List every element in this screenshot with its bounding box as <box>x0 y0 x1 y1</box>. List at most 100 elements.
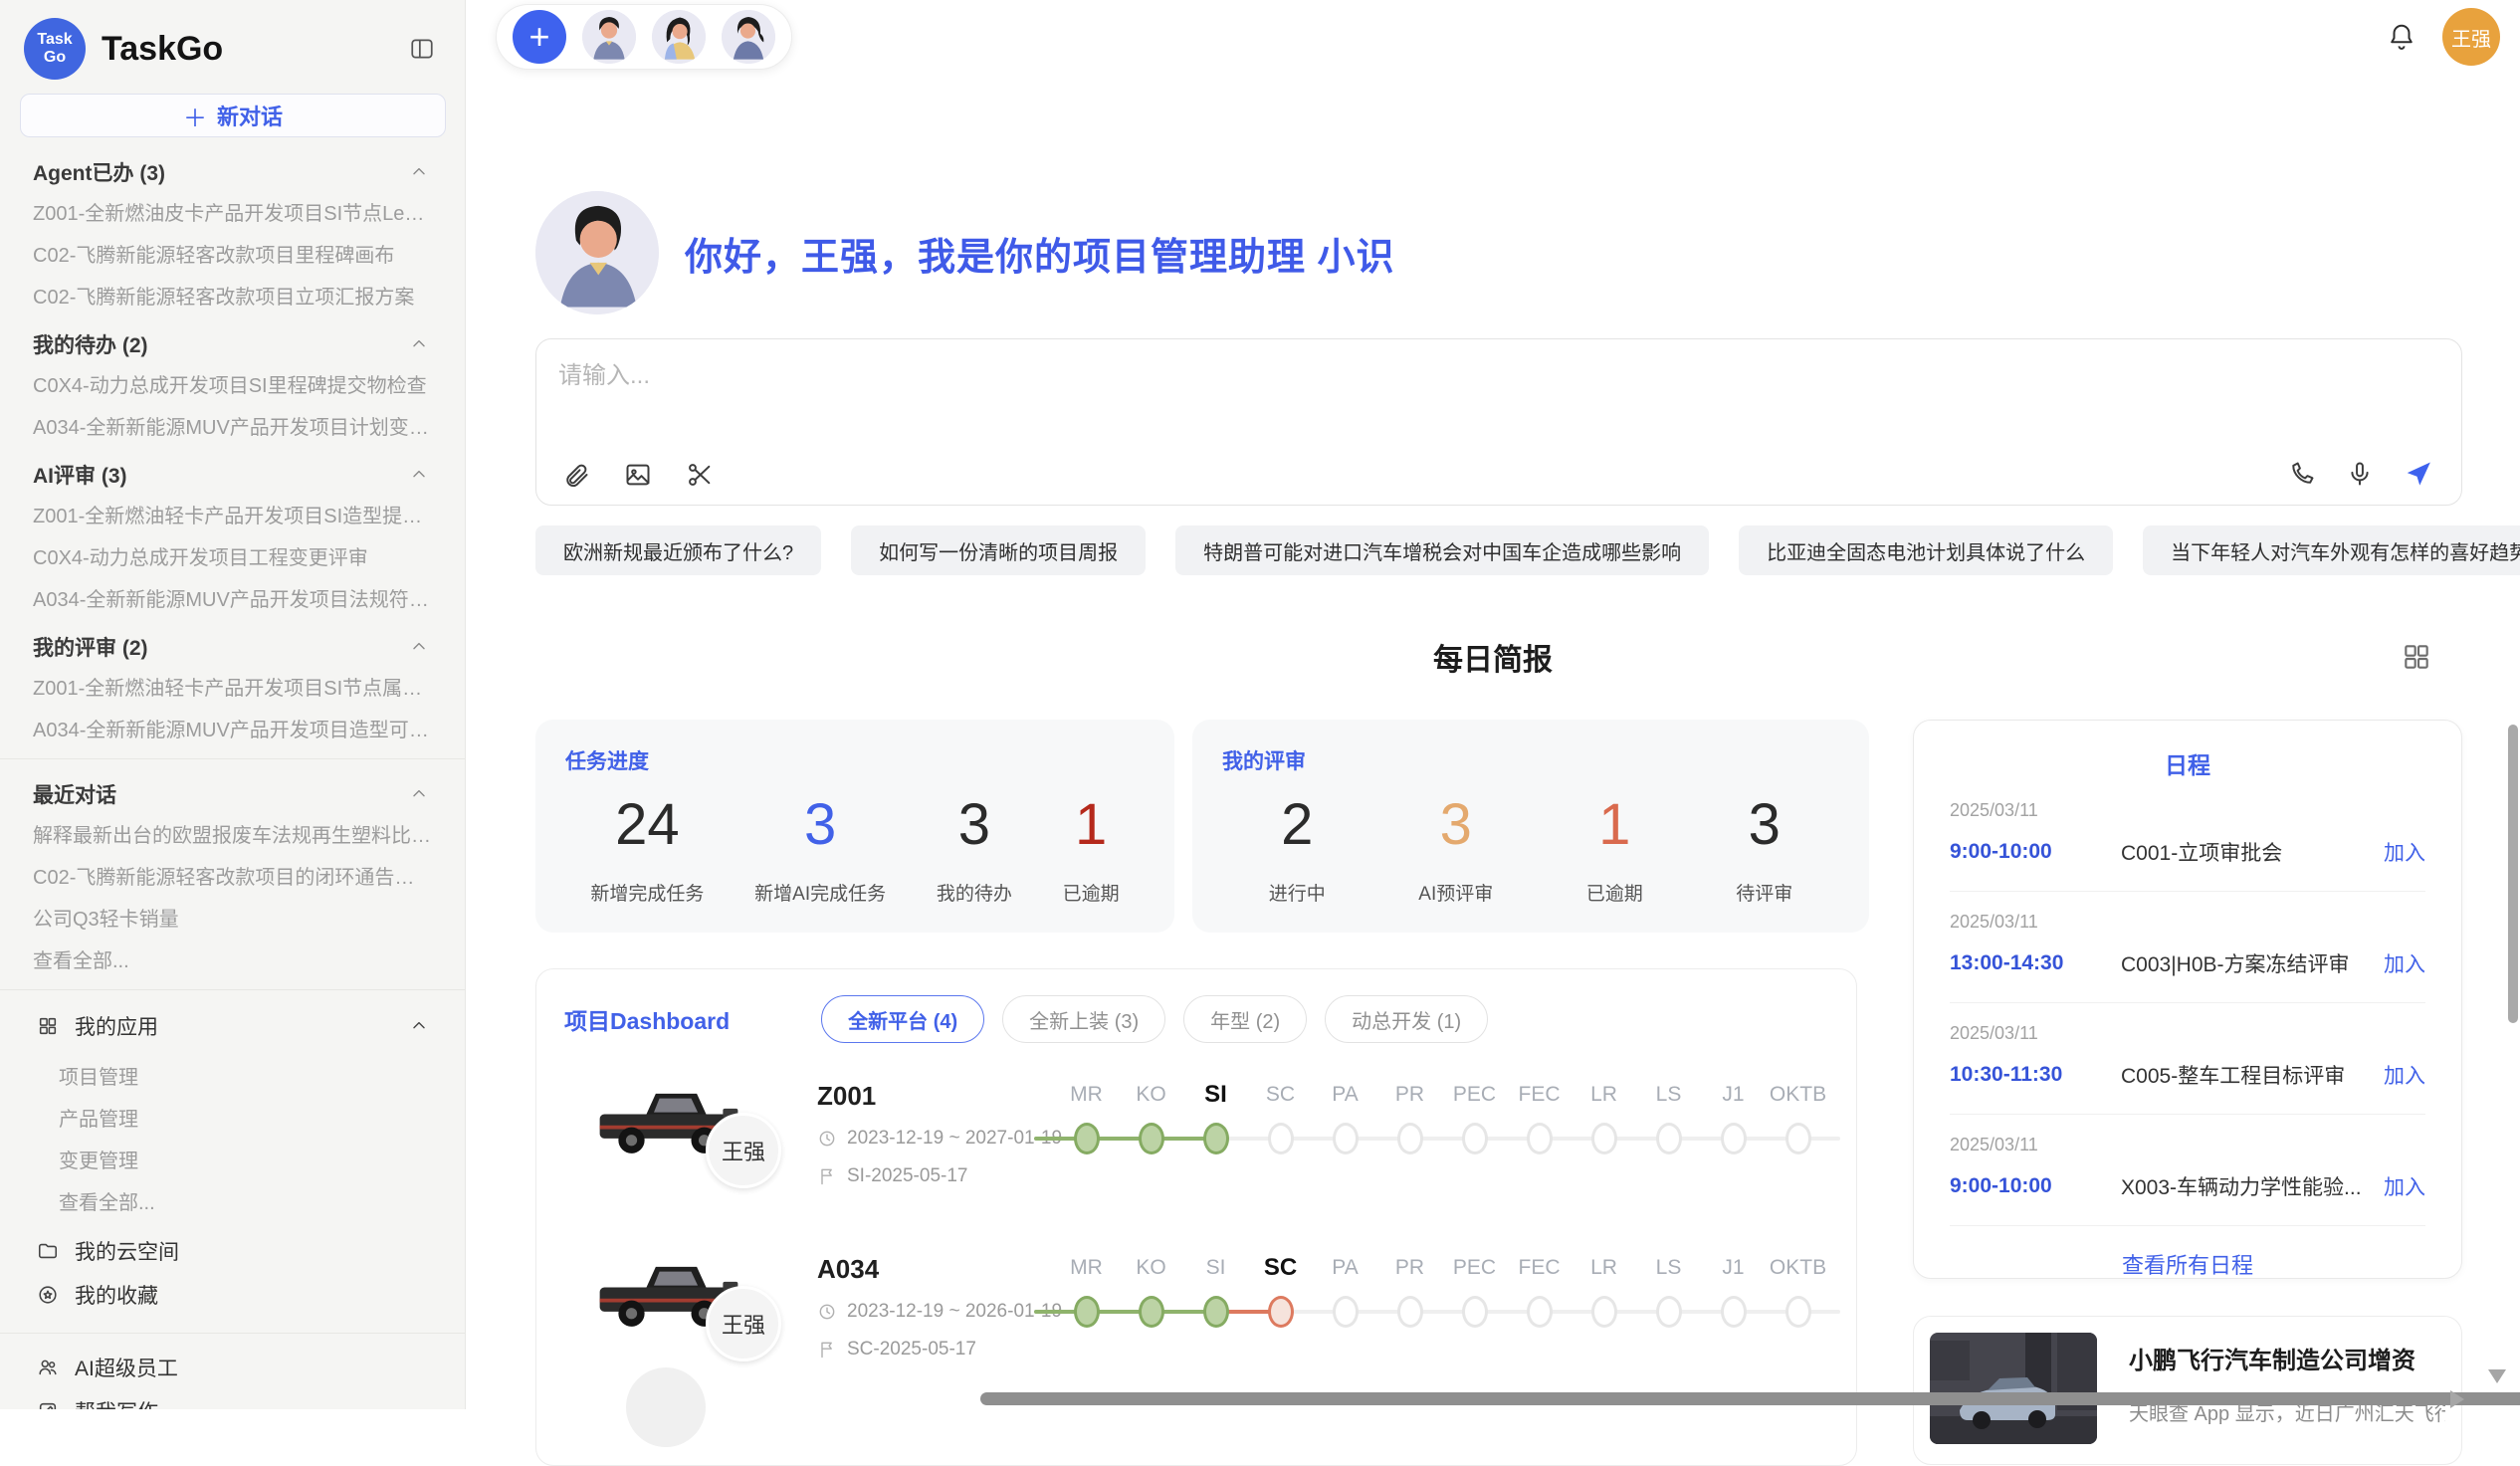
sidebar-section: 我的评审 (2) Z001-全新燃油轻卡产品开发项目SI节点属性5D文件评审 A03… <box>0 634 465 742</box>
phone-icon[interactable] <box>2288 460 2316 488</box>
milestone-label: J1 <box>1701 1242 1766 1294</box>
app-item[interactable]: 变更管理 <box>0 1150 465 1173</box>
milestone-node-J1[interactable] <box>1721 1123 1747 1154</box>
folder-icon <box>37 1240 59 1262</box>
sidebar-item[interactable]: Z001-全新燃油皮卡产品开发项目SI节点Lesson Learn报告 <box>0 202 465 226</box>
milestone-node-PA[interactable] <box>1333 1123 1359 1154</box>
app-item[interactable]: 查看全部... <box>0 1191 465 1215</box>
sidebar-item[interactable]: Z001-全新燃油轻卡产品开发项目SI造型提交物评审 <box>0 505 465 528</box>
next-project-avatar <box>626 1367 706 1447</box>
app-item[interactable]: 项目管理 <box>0 1066 465 1090</box>
chat-input[interactable] <box>558 355 2151 441</box>
scroll-right-arrow[interactable] <box>2450 1390 2464 1408</box>
milestone-node-FEC[interactable] <box>1527 1296 1553 1328</box>
sidebar-item-star-badge[interactable]: 我的收藏 <box>0 1273 465 1317</box>
dashboard-tabs: 全新平台 (4) 全新上装 (3) 年型 (2) 动总开发 (1) <box>821 995 1488 1043</box>
milestone-node-KO[interactable] <box>1139 1296 1164 1328</box>
sidebar-item-folder[interactable]: 我的云空间 <box>0 1229 465 1273</box>
stat-value: 1 <box>1586 793 1643 857</box>
milestone-node-PEC[interactable] <box>1462 1123 1488 1154</box>
sidebar-item[interactable]: A034-全新新能源MUV产品开发项目计划变更表编写 <box>0 416 465 440</box>
recent-chat-item[interactable]: 公司Q3轻卡销量 <box>0 908 465 932</box>
milestone-node-LR[interactable] <box>1591 1296 1617 1328</box>
milestone-node-SI[interactable] <box>1203 1123 1229 1154</box>
dashboard-tab[interactable]: 年型 (2) <box>1183 995 1307 1043</box>
milestone-node-SC[interactable] <box>1268 1123 1294 1154</box>
sidebar-collapse-icon[interactable] <box>409 36 435 62</box>
mic-icon[interactable] <box>2346 460 2374 488</box>
contact-avatar[interactable] <box>722 10 775 64</box>
sidebar-item[interactable]: C0X4-动力总成开发项目SI里程碑提交物检查 <box>0 374 465 398</box>
sidebar-item[interactable]: C0X4-动力总成开发项目工程变更评审 <box>0 546 465 570</box>
milestone-node-PA[interactable] <box>1333 1296 1359 1328</box>
sidebar-section-header[interactable]: Agent已办 (3) <box>0 159 465 184</box>
milestone-node-PEC[interactable] <box>1462 1296 1488 1328</box>
sidebar-tools: AI超级员工帮我写作创意制图 <box>0 1346 465 1409</box>
dashboard-tab[interactable]: 动总开发 (1) <box>1325 995 1488 1043</box>
owner-badge: 王强 <box>706 1113 781 1188</box>
sidebar-section-header[interactable]: 最近对话 <box>0 781 465 806</box>
milestone-node-OKTB[interactable] <box>1785 1296 1811 1328</box>
new-chat-button[interactable]: ＋ 新对话 <box>20 94 446 137</box>
milestone-node-J1[interactable] <box>1721 1296 1747 1328</box>
app-item[interactable]: 产品管理 <box>0 1108 465 1132</box>
sidebar-section-header[interactable]: 我的评审 (2) <box>0 634 465 659</box>
milestone-node-MR[interactable] <box>1074 1123 1100 1154</box>
sidebar-item[interactable]: Z001-全新燃油轻卡产品开发项目SI节点属性5D文件评审 <box>0 677 465 701</box>
suggestion-chip[interactable]: 比亚迪全固态电池计划具体说了什么 <box>1739 525 2113 575</box>
attach-icon[interactable] <box>562 461 590 489</box>
project-milestone-note: SI-2025-05-17 <box>817 1165 1046 1187</box>
recent-chat-item[interactable]: C02-飞腾新能源轻客改款项目的闭环通告反馈情况 <box>0 866 465 890</box>
quickbar-add-button[interactable]: + <box>513 10 566 64</box>
recent-chat-item[interactable]: 查看全部... <box>0 949 465 973</box>
join-link[interactable]: 加入 <box>2384 1060 2425 1090</box>
dashboard-tab[interactable]: 全新平台 (4) <box>821 995 984 1043</box>
milestone-node-LS[interactable] <box>1656 1123 1682 1154</box>
milestone-label: J1 <box>1701 1069 1766 1121</box>
sidebar-tool-write[interactable]: 帮我写作 <box>0 1389 465 1409</box>
dashboard-tab[interactable]: 全新上装 (3) <box>1002 995 1165 1043</box>
suggestion-chip[interactable]: 如何写一份清晰的项目周报 <box>851 525 1146 575</box>
join-link[interactable]: 加入 <box>2384 1171 2425 1201</box>
milestone-node-SI[interactable] <box>1203 1296 1229 1328</box>
milestone-node-LR[interactable] <box>1591 1123 1617 1154</box>
image-icon[interactable] <box>624 461 652 489</box>
contact-avatar[interactable] <box>652 10 706 64</box>
milestone-node-PR[interactable] <box>1397 1123 1423 1154</box>
milestone-node-MR[interactable] <box>1074 1296 1100 1328</box>
sidebar-item[interactable]: C02-飞腾新能源轻客改款项目里程碑画布 <box>0 244 465 268</box>
recent-chat-item[interactable]: 解释最新出台的欧盟报废车法规再生塑料比例被调至15%... <box>0 824 465 848</box>
scroll-down-arrow[interactable] <box>2488 1369 2506 1383</box>
milestone-node-SC[interactable] <box>1268 1296 1294 1328</box>
milestone-node-FEC[interactable] <box>1527 1123 1553 1154</box>
milestone-node-KO[interactable] <box>1139 1123 1164 1154</box>
sidebar-section-header[interactable]: 我的待办 (2) <box>0 331 465 356</box>
milestone-node-PR[interactable] <box>1397 1296 1423 1328</box>
join-link[interactable]: 加入 <box>2384 948 2425 978</box>
sidebar-item[interactable]: A034-全新新能源MUV产品开发项目造型可行性评审 <box>0 719 465 742</box>
sidebar-item-my-apps[interactable]: 我的应用 <box>0 1004 465 1048</box>
sidebar-tool-users[interactable]: AI超级员工 <box>0 1346 465 1389</box>
cut-icon[interactable] <box>686 461 714 489</box>
sidebar-item[interactable]: C02-飞腾新能源轻客改款项目立项汇报方案 <box>0 286 465 310</box>
milestone-node-LS[interactable] <box>1656 1296 1682 1328</box>
send-icon[interactable] <box>2404 459 2433 489</box>
schedule-event-title: X003-车辆动力学性能验... <box>2121 1171 2370 1201</box>
view-all-schedule-link[interactable]: 查看所有日程 <box>1950 1226 2425 1302</box>
horizontal-scrollbar-thumb[interactable] <box>980 1392 2520 1405</box>
vertical-scrollbar-thumb[interactable] <box>2508 725 2518 1023</box>
sidebar-item[interactable]: A034-全新新能源MUV产品开发项目法规符合性评审 <box>0 588 465 612</box>
composer <box>535 338 2462 506</box>
join-link[interactable]: 加入 <box>2384 837 2425 867</box>
layout-grid-icon[interactable] <box>2401 641 2432 673</box>
suggestion-chip[interactable]: 当下年轻人对汽车外观有怎样的喜好趋势 <box>2143 525 2520 575</box>
news-card[interactable]: 小鹏飞行汽车制造公司增资 天眼查 App 显示，近日广州汇天飞行汽... <box>1913 1316 2462 1465</box>
suggestion-chip[interactable]: 欧洲新规最近颁布了什么? <box>535 525 821 575</box>
sidebar-section-header[interactable]: AI评审 (3) <box>0 462 465 487</box>
contact-avatar[interactable] <box>582 10 636 64</box>
milestone-nodes <box>1054 1294 1830 1340</box>
bell-icon[interactable] <box>2387 22 2416 52</box>
milestone-node-OKTB[interactable] <box>1785 1123 1811 1154</box>
user-avatar[interactable]: 王强 <box>2442 8 2500 66</box>
suggestion-chip[interactable]: 特朗普可能对进口汽车增税会对中国车企造成哪些影响 <box>1175 525 1709 575</box>
